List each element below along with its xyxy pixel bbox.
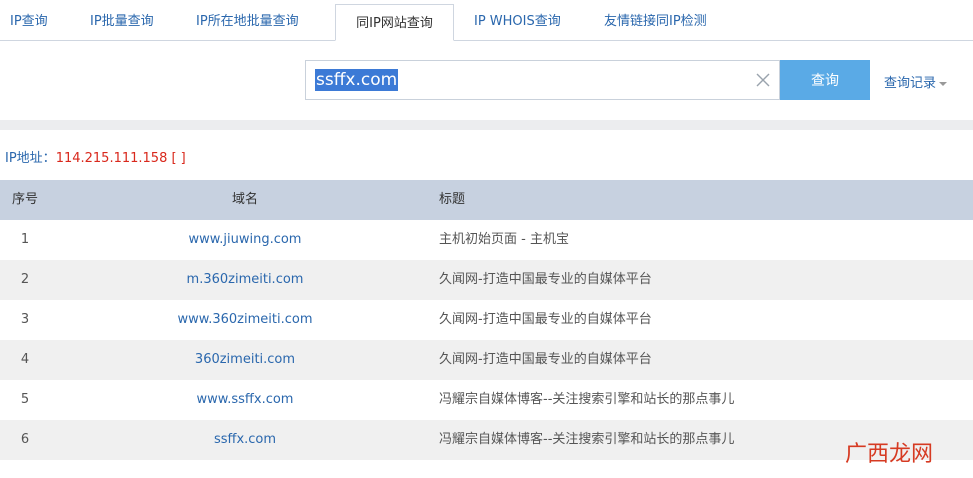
row-title: 主机初始页面 - 主机宝 xyxy=(439,232,569,247)
caret-down-icon xyxy=(939,81,948,86)
tab-bar: IP查询 IP批量查询 IP所在地批量查询 同IP网站查询 IP WHOIS查询… xyxy=(0,0,973,41)
domain-link[interactable]: 360zimeiti.com xyxy=(195,352,295,367)
row-no: 1 xyxy=(20,232,30,247)
results-table: 序号 域名 标题 1 www.jiuwing.com 主机初始页面 - 主机宝 … xyxy=(0,180,973,460)
tab-ip-location-batch-query[interactable]: IP所在地批量查询 xyxy=(196,0,299,40)
row-title: 久闻网-打造中国最专业的自媒体平台 xyxy=(439,352,652,367)
tab-ip-query[interactable]: IP查询 xyxy=(10,0,48,40)
tab-same-ip-sites[interactable]: 同IP网站查询 xyxy=(335,4,454,41)
table-row: 3 www.360zimeiti.com 久闻网-打造中国最专业的自媒体平台 xyxy=(0,300,973,340)
row-title: 久闻网-打造中国最专业的自媒体平台 xyxy=(439,312,652,327)
row-domain-cell: www.jiuwing.com xyxy=(150,220,340,260)
tab-friend-link-same-ip[interactable]: 友情链接同IP检测 xyxy=(604,0,707,40)
search-button[interactable]: 查询 xyxy=(780,60,870,100)
table-row: 5 www.ssffx.com 冯耀宗自媒体博客--关注搜索引擎和站长的那点事儿 xyxy=(0,380,973,420)
table-row: 1 www.jiuwing.com 主机初始页面 - 主机宝 xyxy=(0,220,973,260)
row-domain-cell: www.360zimeiti.com xyxy=(150,300,340,340)
row-no: 4 xyxy=(20,352,30,367)
domain-link[interactable]: m.360zimeiti.com xyxy=(187,272,304,287)
search-box: ssffx.com xyxy=(305,60,780,100)
close-icon[interactable] xyxy=(753,70,773,90)
row-title: 久闻网-打造中国最专业的自媒体平台 xyxy=(439,272,652,287)
tab-ip-whois[interactable]: IP WHOIS查询 xyxy=(474,0,561,40)
search-input[interactable]: ssffx.com xyxy=(315,69,399,91)
domain-link[interactable]: www.360zimeiti.com xyxy=(178,312,313,327)
query-history-dropdown[interactable]: 查询记录 xyxy=(884,72,948,91)
row-domain-cell: m.360zimeiti.com xyxy=(150,260,340,300)
section-divider xyxy=(0,120,973,130)
row-no: 3 xyxy=(20,312,30,327)
header-no: 序号 xyxy=(11,192,38,207)
tab-ip-batch-query[interactable]: IP批量查询 xyxy=(90,0,154,40)
row-no: 5 xyxy=(20,392,30,407)
ip-address-label: IP地址： xyxy=(5,151,56,166)
row-domain-cell: 360zimeiti.com xyxy=(150,340,340,380)
table-row: 2 m.360zimeiti.com 久闻网-打造中国最专业的自媒体平台 xyxy=(0,260,973,300)
row-no: 2 xyxy=(20,272,30,287)
row-title: 冯耀宗自媒体博客--关注搜索引擎和站长的那点事儿 xyxy=(439,392,735,407)
watermark-text: 广西龙网 xyxy=(845,442,934,467)
row-domain-cell: ssffx.com xyxy=(150,420,340,460)
header-title: 标题 xyxy=(439,192,466,207)
row-title: 冯耀宗自媒体博客--关注搜索引擎和站长的那点事儿 xyxy=(439,432,735,447)
header-domain: 域名 xyxy=(231,192,258,207)
ip-address-value: 114.215.111.158 [ ] xyxy=(55,151,186,166)
watermark-logo: 广西龙网 xyxy=(845,432,955,472)
row-no: 6 xyxy=(20,432,30,447)
domain-link[interactable]: ssffx.com xyxy=(214,432,276,447)
table-header: 序号 域名 标题 xyxy=(0,180,973,220)
row-domain-cell: www.ssffx.com xyxy=(150,380,340,420)
domain-link[interactable]: www.jiuwing.com xyxy=(189,232,302,247)
table-row: 4 360zimeiti.com 久闻网-打造中国最专业的自媒体平台 xyxy=(0,340,973,380)
domain-link[interactable]: www.ssffx.com xyxy=(197,392,294,407)
ip-address-line: IP地址：114.215.111.158 [ ] xyxy=(5,147,186,166)
query-history-label: 查询记录 xyxy=(884,76,937,91)
table-row: 6 ssffx.com 冯耀宗自媒体博客--关注搜索引擎和站长的那点事儿 xyxy=(0,420,973,460)
